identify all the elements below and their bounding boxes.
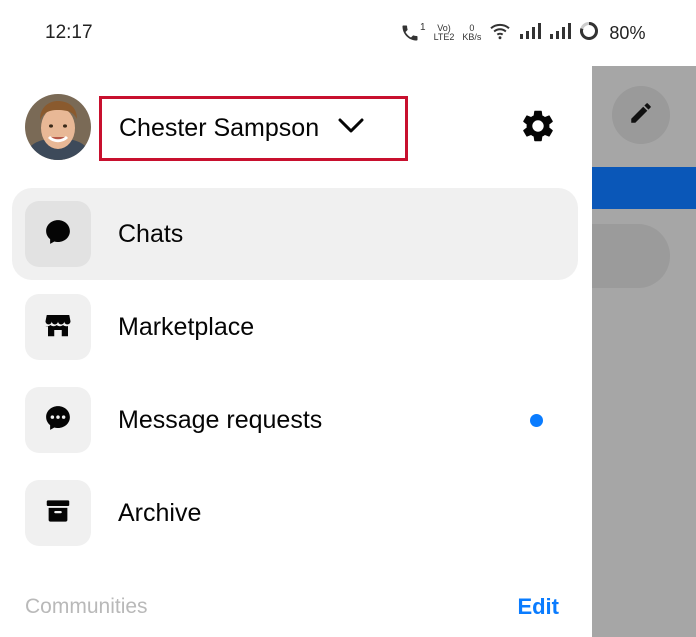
menu-label-marketplace: Marketplace [118, 312, 255, 341]
status-bar: 12:17 1 Vo) LTE2 0 KB/s 80% [0, 0, 645, 66]
menu-label-message-requests: Message requests [118, 405, 323, 434]
communities-edit-button[interactable]: Edit [517, 594, 559, 620]
volte-indicator: Vo) LTE2 [434, 24, 455, 42]
speed-unit: KB/s [462, 32, 482, 42]
menu-label-chats: Chats [118, 219, 184, 248]
compose-button[interactable] [612, 86, 670, 144]
chevron-down-icon [337, 117, 365, 140]
chats-icon-tile [25, 201, 91, 267]
dimmed-background[interactable] [592, 66, 696, 637]
account-name: Chester Sampson [119, 114, 320, 142]
communities-label: Communities [25, 595, 148, 618]
menu-item-chats[interactable]: Chats [12, 188, 578, 280]
archive-icon-tile [25, 480, 91, 546]
dimmed-search-bar [592, 224, 670, 288]
account-switcher[interactable]: Chester Sampson [99, 96, 408, 161]
call-badge: 1 [420, 22, 426, 33]
pencil-icon [628, 100, 654, 131]
gear-icon [519, 107, 557, 150]
signal-icon-2 [549, 22, 572, 45]
message-requests-icon-tile [25, 387, 91, 453]
battery-percent: 80% [609, 22, 646, 43]
marketplace-icon-tile [25, 294, 91, 360]
wifi-icon [489, 22, 511, 45]
menu-item-archive[interactable]: Archive [12, 467, 578, 559]
menu-item-marketplace[interactable]: Marketplace [12, 281, 578, 373]
signal-icon [519, 22, 542, 45]
avatar[interactable] [25, 94, 91, 160]
dimmed-blue-banner [592, 167, 696, 209]
volte-bottom: LTE2 [433, 32, 455, 42]
menu-label-archive: Archive [118, 498, 202, 527]
message-dots-icon [43, 403, 73, 438]
battery-ring-icon [579, 21, 599, 46]
storefront-icon [43, 310, 73, 345]
chat-bubble-icon [43, 217, 73, 252]
communities-section-header: Communities Edit [25, 592, 559, 622]
network-speed: 0 KB/s [462, 24, 481, 42]
menu-item-message-requests[interactable]: Message requests [12, 374, 578, 466]
unread-dot [530, 413, 543, 427]
call-icon: 1 [400, 23, 426, 43]
status-icons: 1 Vo) LTE2 0 KB/s 80% [400, 20, 645, 46]
settings-button[interactable] [516, 106, 560, 150]
archive-box-icon [43, 496, 73, 531]
status-time: 12:17 [45, 22, 93, 43]
